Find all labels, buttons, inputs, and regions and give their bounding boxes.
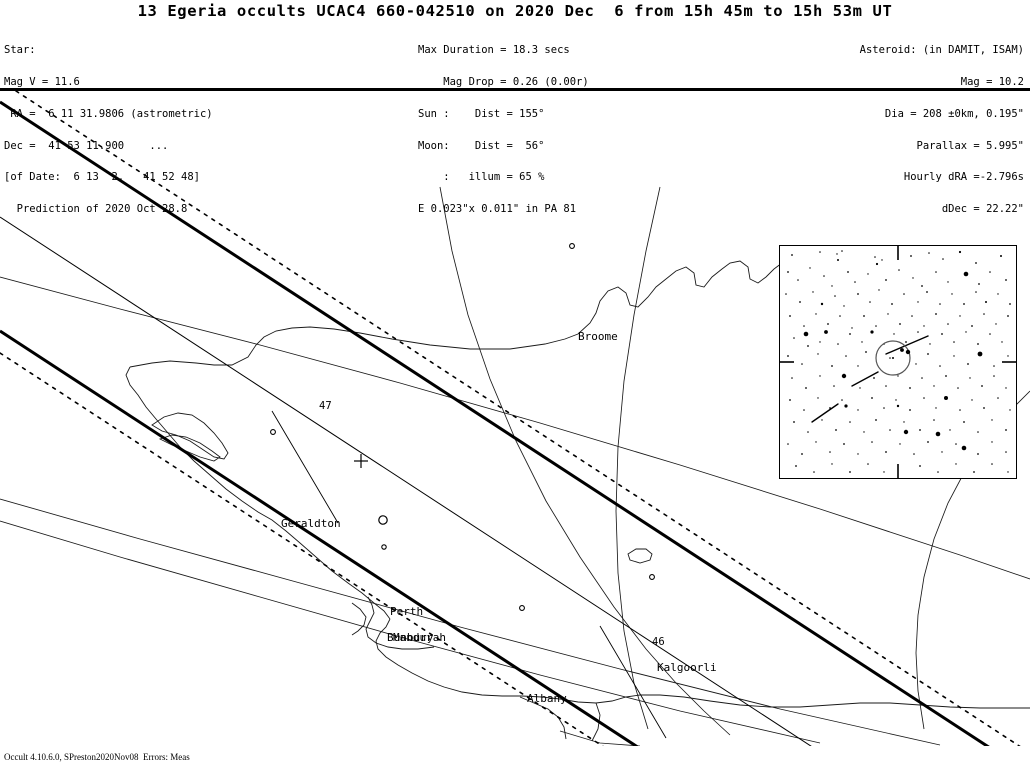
- star-line-1: Mag V = 11.6: [4, 75, 80, 88]
- asteroid-line-0: Asteroid: (in DAMIT, ISAM): [859, 44, 1024, 57]
- time-tick-label-46: 46: [652, 636, 665, 648]
- city-label-kalgoorli: Kalgoorli: [657, 661, 717, 674]
- occultation-map[interactable]: Broome Geraldton Perth Bunbury Mandurah …: [0, 91, 1030, 746]
- city-marker-albany: [519, 605, 525, 611]
- occultation-prediction-page: 13 Egeria occults UCAC4 660-042510 on 20…: [0, 0, 1030, 766]
- city-marker-broome: [569, 243, 575, 249]
- footer-credit: Occult 4.10.6.0, SPreston2020Nov08 Error…: [4, 752, 190, 762]
- city-label-perth: Perth: [390, 605, 424, 618]
- star-field-inset[interactable]: [779, 245, 1017, 479]
- city-markers: [270, 243, 655, 611]
- star-field-canvas: [780, 246, 1016, 478]
- header-panel: 13 Egeria occults UCAC4 660-042510 on 20…: [0, 0, 1030, 214]
- city-marker-kalgoorli: [649, 574, 655, 580]
- time-tick-marks: [271, 410, 667, 739]
- page-title: 13 Egeria occults UCAC4 660-042510 on 20…: [137, 2, 893, 20]
- target-star-dot: [892, 357, 894, 359]
- time-tick-label-47: 47: [319, 400, 332, 412]
- city-label-mandurah: Mandurah: [393, 631, 446, 644]
- star-line-0: Star:: [4, 44, 36, 57]
- city-label-albany: Albany: [527, 692, 567, 705]
- city-label-geraldton: Geraldton: [281, 517, 341, 530]
- circumstances-line-1: Mag Drop = 0.26 (0.00r): [418, 75, 589, 88]
- asteroid-line-1: Mag = 10.2: [960, 75, 1024, 88]
- city-marker-perth: [378, 515, 388, 525]
- asteroid-dot: [905, 349, 911, 355]
- city-marker-geraldton: [270, 429, 276, 435]
- circumstances-line-0: Max Duration = 18.3 secs: [418, 44, 570, 57]
- city-marker-bunbury: [381, 544, 387, 550]
- city-label-broome: Broome: [578, 330, 618, 343]
